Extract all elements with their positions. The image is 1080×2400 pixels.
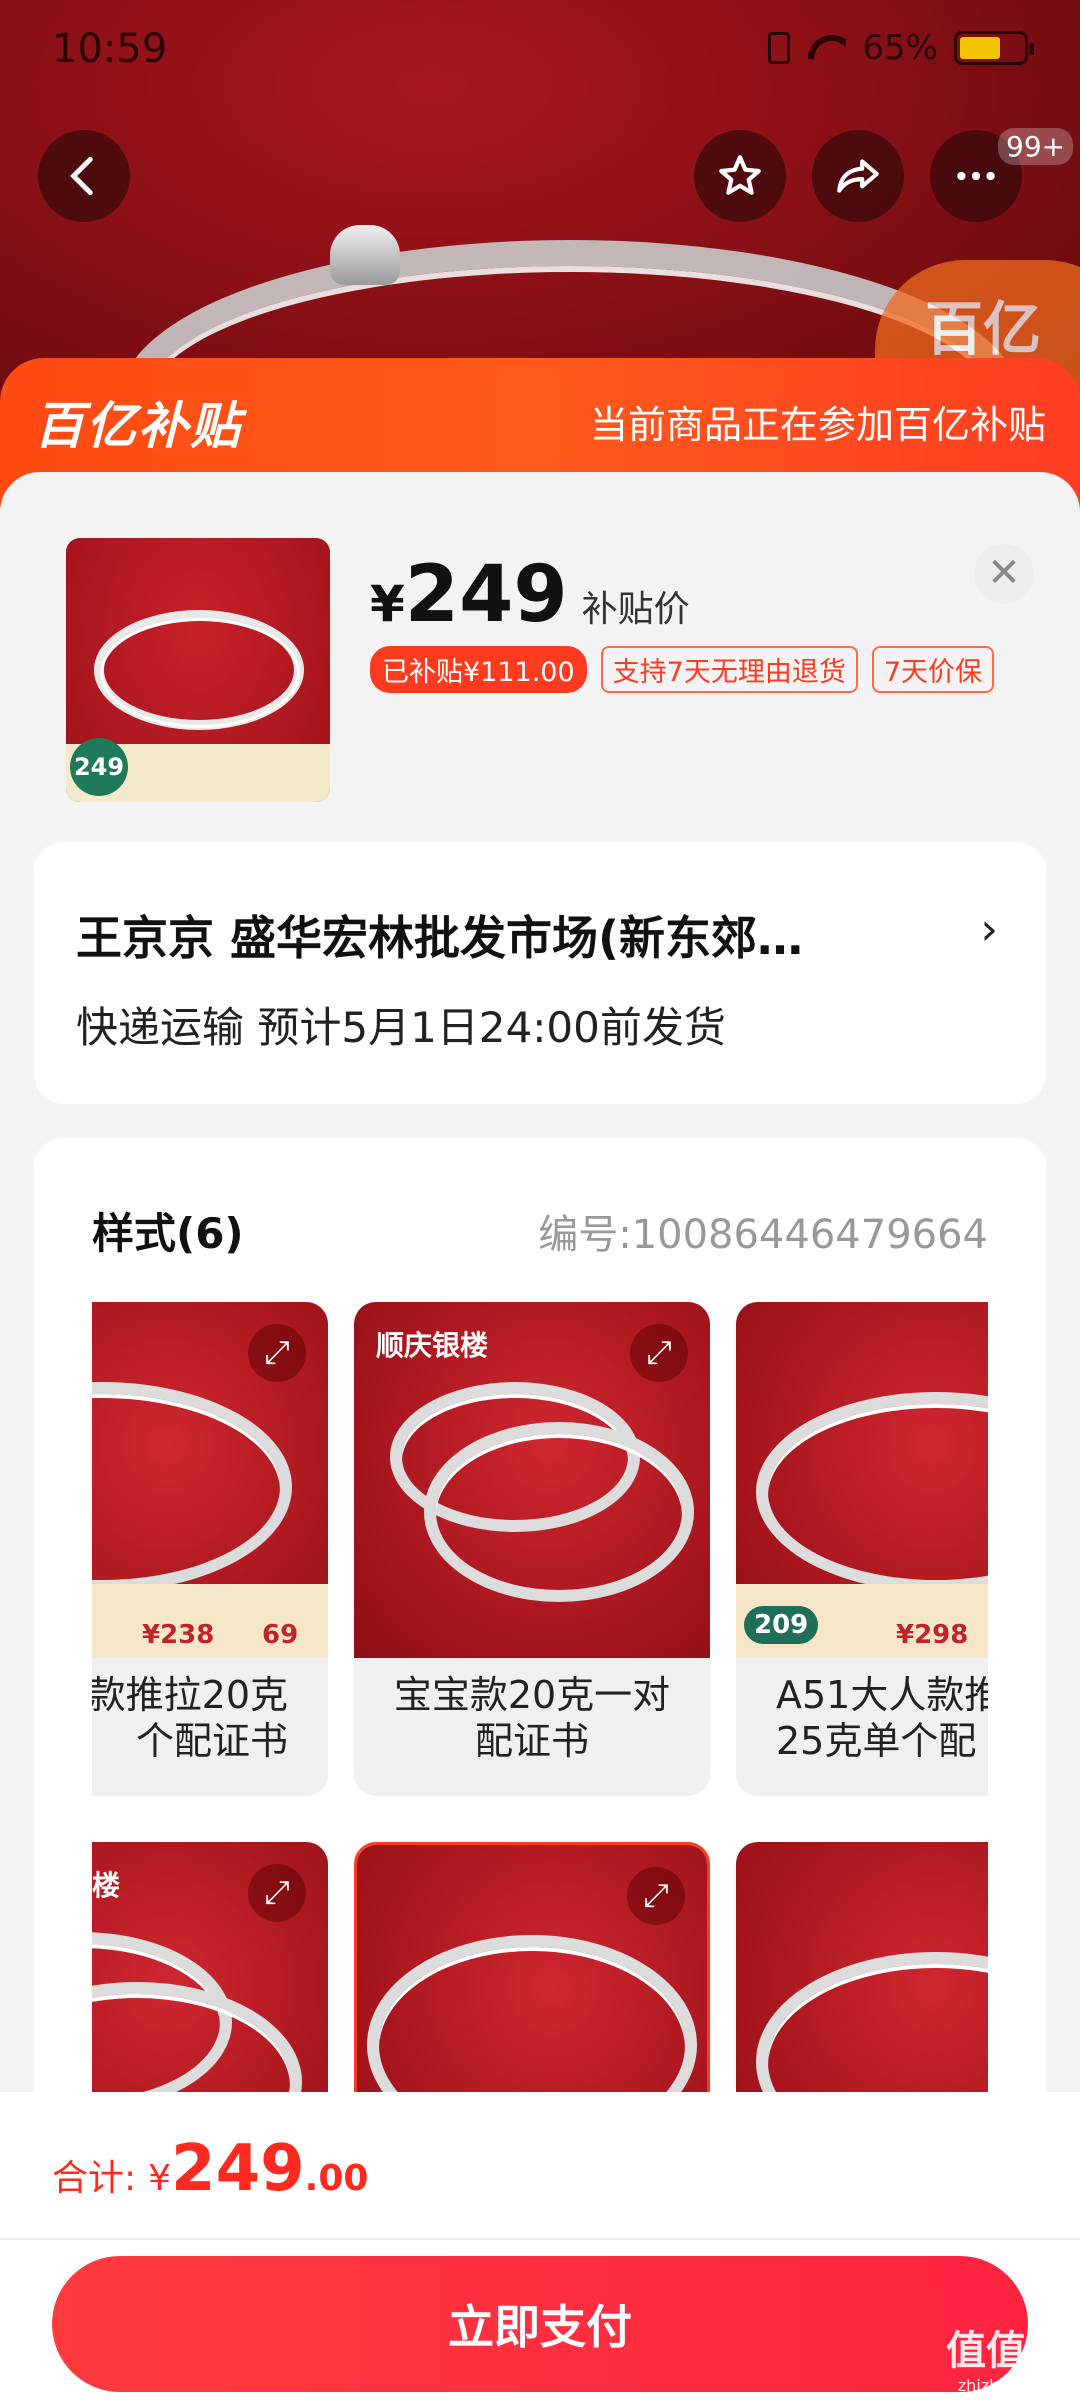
status-bar: 10:59 65% [0, 0, 1080, 100]
service-tags: 已补贴¥111.00 支持7天无理由退货 7天价保 [370, 646, 995, 693]
return-policy-tag: 支持7天无理由退货 [600, 646, 858, 693]
site-watermark: 值值值 zhizhizhi.com [946, 2318, 1066, 2395]
bangle-shape [424, 1422, 694, 1602]
back-button[interactable] [38, 130, 130, 222]
close-icon[interactable]: ✕ [974, 544, 1034, 604]
product-thumbnail[interactable]: 249 [66, 538, 330, 802]
price-label: 补贴价 [581, 589, 690, 630]
watermark-url: zhizhizhi.com [957, 2376, 1066, 2395]
daily-price: ¥298 [896, 1620, 969, 1650]
product-code: 编号:10086446479664 [538, 1212, 988, 1258]
favorite-button[interactable] [694, 130, 786, 222]
expand-icon[interactable]: ⤢ [248, 1864, 306, 1922]
chevron-right-icon: › [980, 904, 998, 955]
expand-icon[interactable]: ⤢ [248, 1324, 306, 1382]
address-line: 王京京 盛华宏林批发市场(新东郊… [76, 911, 804, 965]
product-summary: 249 ¥ 249 补贴价 已补贴¥111.00 支持7天无理由退货 7天价保 … [0, 472, 1080, 832]
battery-icon [954, 31, 1034, 65]
wifi-icon [806, 33, 846, 63]
style-image: 209 ¥298 [736, 1302, 988, 1658]
divider [0, 2238, 1080, 2240]
style-name: 宝宝款20克一对 配证书 [393, 1673, 671, 1763]
total-price: 合计: ¥ 249 .00 [52, 2132, 368, 2206]
watermark-logo: 值值值 [946, 2328, 1066, 2374]
message-count-badge: 99+ [998, 128, 1074, 165]
price-row: ¥ 249 补贴价 [370, 550, 690, 640]
share-button[interactable] [812, 130, 904, 222]
expand-icon[interactable]: ⤢ [627, 1867, 685, 1925]
status-time: 10:59 [52, 26, 168, 72]
final-price: 69 [262, 1620, 299, 1650]
subsidy-amount-tag: 已补贴¥111.00 [370, 646, 587, 693]
thumb-price-tag: 249 [70, 738, 128, 796]
delivery-estimate: 快递运输 预计5月1日24:00前发货 [76, 1003, 726, 1052]
brand-label: 楼 [92, 1869, 121, 1902]
pay-now-button[interactable]: 立即支付 [52, 2256, 1028, 2392]
bangle-shape [92, 1382, 292, 1592]
promo-price-badge: 209 [744, 1606, 819, 1644]
thumb-bangle-highlight [100, 618, 300, 728]
style-option[interactable]: 顺庆银楼 ⤢ 宝宝款20克一对 配证书 [354, 1302, 710, 1796]
style-option[interactable]: 209 ¥298 A51大人款推 25克单个配 [736, 1302, 988, 1796]
chevron-left-icon [70, 156, 93, 196]
bangle-knob-image [330, 225, 400, 285]
total-label: 合计: [52, 2158, 137, 2199]
style-title: 样式(6) [92, 1209, 244, 1258]
checkout-bar: 合计: ¥ 249 .00 立即支付 [0, 2092, 1080, 2400]
subsidy-notice: 当前商品正在参加百亿补贴 [589, 403, 1046, 447]
more-dots-icon [957, 171, 995, 181]
daily-price: ¥238 [142, 1620, 215, 1650]
share-icon [837, 159, 879, 193]
total-decimal: .00 [304, 2158, 369, 2199]
total-integer: 249 [171, 2132, 305, 2206]
price-protect-tag: 7天价保 [871, 646, 995, 693]
expand-icon[interactable]: ⤢ [630, 1324, 688, 1382]
brand-label: 顺庆银楼 [376, 1329, 489, 1362]
shipping-card[interactable]: 王京京 盛华宏林批发市场(新东郊… › 快递运输 预计5月1日24:00前发货 [34, 842, 1046, 1104]
style-option[interactable]: ¥238 69 ⤢ 款推拉20克 个配证书 [92, 1302, 328, 1796]
price-value: 249 [404, 550, 568, 640]
total-currency: ¥ [148, 2158, 172, 2199]
battery-percent: 65% [862, 28, 938, 68]
subsidy-logo: 百亿补贴 [34, 397, 242, 455]
currency-symbol: ¥ [370, 575, 405, 633]
bangle-shape [756, 1392, 988, 1592]
star-icon [719, 155, 761, 195]
style-name: 款推拉20克 个配证书 [92, 1673, 288, 1763]
sim-icon [768, 32, 791, 64]
style-name: A51大人款推 25克单个配 [776, 1673, 988, 1763]
